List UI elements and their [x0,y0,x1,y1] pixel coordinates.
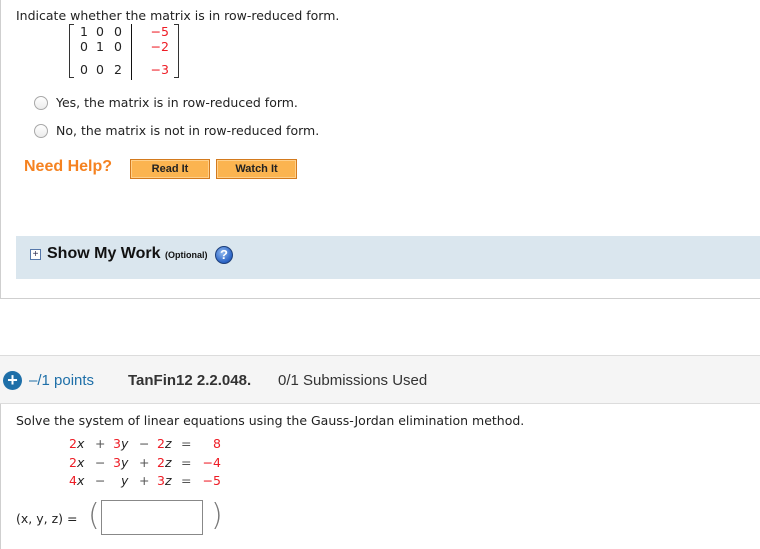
read-it-button[interactable]: Read It [130,159,210,179]
close-paren: ) [211,498,223,533]
show-my-work-optional: (Optional) [164,250,208,260]
x-coefficient: 2 [69,455,77,470]
matrix-augmented-cell: −2 [150,39,169,54]
answer-input[interactable] [101,500,203,535]
matrix-cell: 1 [80,24,88,39]
y-variable: y [121,455,129,470]
need-help-label: Need Help? [24,158,113,175]
question-1-block: Indicate whether the matrix is in row-re… [0,0,760,299]
question-2-header: + –/1 points TanFin12 2.2.048. 0/1 Submi… [0,355,760,404]
z-variable: z [165,436,172,451]
operator: − [95,473,106,488]
rhs-value: −5 [202,473,221,488]
augmented-matrix: 1 0 0 −5 0 1 0 −2 0 0 2 −3 [69,24,179,80]
problem-id: TanFin12 2.2.048. [128,372,252,389]
z-variable: z [165,473,172,488]
y-variable: y [121,473,129,488]
matrix-cell: 0 [114,39,122,54]
operator: − [95,455,106,470]
question-1-prompt: Indicate whether the matrix is in row-re… [16,8,340,23]
show-my-work-title: Show My Work [47,245,161,262]
rhs-value: −4 [202,455,221,470]
radio-yes[interactable] [34,95,48,110]
option-yes[interactable]: Yes, the matrix is in row-reduced form. [34,95,298,110]
matrix-cell: 2 [114,62,122,77]
y-variable: y [121,436,129,451]
question-2-body: Solve the system of linear equations usi… [0,404,760,549]
points-label: –/1 points [29,372,95,389]
y-coefficient: 3 [113,436,121,451]
rhs-value: 8 [213,436,221,451]
option-yes-label: Yes, the matrix is in row-reduced form. [56,95,298,110]
y-coefficient: 3 [113,455,121,470]
matrix-cell: 0 [80,39,88,54]
question-2-prompt: Solve the system of linear equations usi… [16,413,525,428]
operator: + [95,436,106,451]
operator: + [139,455,150,470]
z-variable: z [165,455,172,470]
x-variable: x [77,473,85,488]
matrix-cell: 0 [80,62,88,77]
x-variable: x [77,455,85,470]
plus-circle-icon[interactable]: + [3,371,22,390]
x-coefficient: 2 [69,436,77,451]
operator: + [139,473,150,488]
equals-sign: = [181,455,192,470]
equals-sign: = [181,436,192,451]
z-coefficient: 2 [157,436,165,451]
watch-it-button[interactable]: Watch It [216,159,297,179]
matrix-cell: 0 [114,24,122,39]
matrix-cell: 0 [96,24,104,39]
x-variable: x [77,436,85,451]
operator: − [139,436,150,451]
submissions-used: 0/1 Submissions Used [278,372,428,389]
equals-sign: = [181,473,192,488]
matrix-right-bracket [174,24,179,78]
matrix-augmented-cell: −5 [150,24,169,39]
matrix-cell: 0 [96,62,104,77]
option-no-label: No, the matrix is not in row-reduced for… [56,123,320,138]
matrix-augmented-cell: −3 [150,62,169,77]
show-my-work-panel: + Show My Work (Optional) ? [16,236,760,279]
augmented-divider [131,24,132,80]
radio-no[interactable] [34,123,48,138]
x-coefficient: 4 [69,473,77,488]
z-coefficient: 2 [157,455,165,470]
show-my-work-toggle[interactable]: Show My Work (Optional) [47,245,207,263]
z-coefficient: 3 [157,473,165,488]
matrix-cell: 1 [96,39,104,54]
option-no[interactable]: No, the matrix is not in row-reduced for… [34,123,319,138]
open-paren: ( [88,498,100,533]
matrix-left-bracket [69,24,74,78]
answer-label: (x, y, z) = [16,511,78,526]
plus-box-icon[interactable]: + [30,249,41,260]
question-mark-icon[interactable]: ? [215,246,233,264]
